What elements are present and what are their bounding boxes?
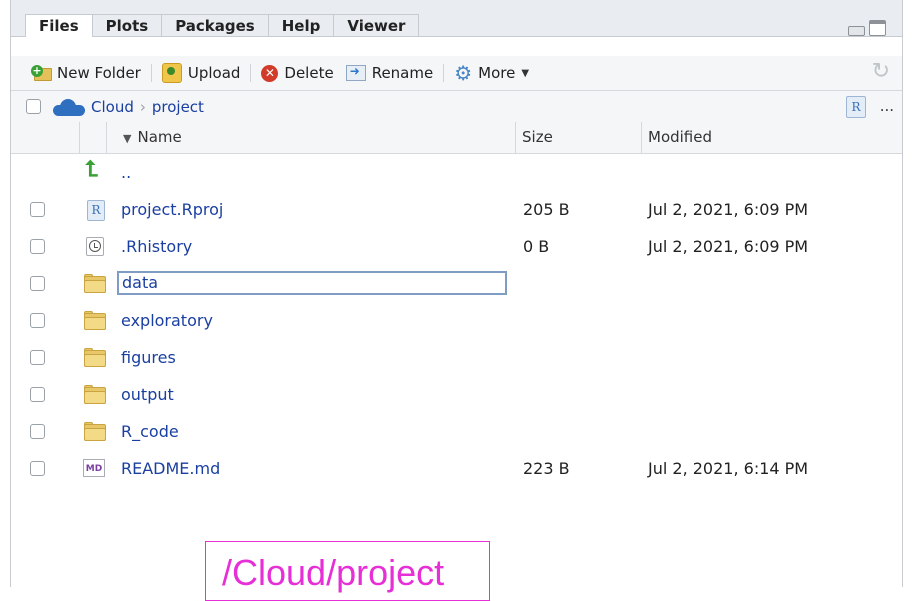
file-size: 205 B [523,200,570,219]
row-checkbox[interactable] [30,350,45,365]
delete-label: Delete [284,64,334,82]
row-checkbox[interactable] [30,387,45,402]
gear-icon: ⚙ [454,61,473,85]
folder-icon [83,348,107,368]
file-name-link[interactable]: README.md [121,459,220,478]
breadcrumb-separator-icon: › [139,97,146,116]
file-list-header: ▼ Name Size Modified [11,122,902,154]
tab-help[interactable]: Help [268,14,335,36]
file-modified: Jul 2, 2021, 6:09 PM [648,200,809,219]
row-checkbox[interactable] [30,202,45,217]
new-folder-label: New Folder [57,64,141,82]
upload-label: Upload [187,64,241,82]
history-icon [86,237,104,256]
folder-icon [83,422,107,442]
tab-packages[interactable]: Packages [162,14,269,36]
file-name-link[interactable]: output [121,385,174,404]
breadcrumb: Cloud › project R ... [11,91,902,123]
path-more-button[interactable]: ... [880,97,894,115]
table-row[interactable]: exploratory [11,302,902,339]
refresh-icon[interactable]: ↻ [872,59,890,84]
file-name-link[interactable]: project.Rproj [121,200,223,219]
file-size: 223 B [523,459,570,478]
toolbar-divider [443,64,445,82]
file-list: ⮤ .. R project.Rproj 205 B Jul 2, 2021, … [11,154,902,487]
file-modified: Jul 2, 2021, 6:14 PM [648,459,809,478]
tab-files[interactable]: Files [25,14,93,37]
sort-descending-icon: ▼ [123,132,132,145]
column-header-name-label: Name [137,128,182,146]
toolbar-divider [250,64,252,82]
table-row[interactable]: R project.Rproj 205 B Jul 2, 2021, 6:09 … [11,191,902,228]
upload-icon [161,63,182,83]
rename-button[interactable]: Rename [340,60,440,86]
up-arrow-icon: ⮤ [85,157,98,182]
annotation-label: /Cloud/project [222,552,445,593]
cloud-icon [53,98,85,116]
more-menu-button[interactable]: ⚙ More ▼ [448,60,535,86]
row-checkbox[interactable] [30,424,45,439]
files-toolbar: + New Folder Upload ✕ Delete Rename ⚙ Mo… [11,56,902,91]
table-row[interactable]: output [11,376,902,413]
table-row[interactable]: .Rhistory 0 B Jul 2, 2021, 6:09 PM [11,228,902,265]
pane-tab-bar: Files Plots Packages Help Viewer [11,0,902,37]
upload-button[interactable]: Upload [156,60,247,86]
row-checkbox[interactable] [30,313,45,328]
column-header-modified[interactable]: Modified [641,122,902,153]
window-controls [848,20,886,36]
select-all-checkbox[interactable] [26,99,41,114]
chevron-down-icon: ▼ [521,67,530,79]
new-folder-icon: + [31,65,52,81]
row-checkbox[interactable] [30,276,45,291]
markdown-icon: MD [83,459,105,477]
toolbar-divider [150,64,152,82]
rproj-icon: R [87,200,105,221]
header-icon-column [79,122,106,153]
column-header-name[interactable]: ▼ Name [106,122,511,153]
file-name-link[interactable]: data [117,271,507,295]
minimize-pane-button[interactable] [848,26,865,36]
column-header-size[interactable]: Size [515,122,640,153]
table-row[interactable]: R_code [11,413,902,450]
files-pane: Files Plots Packages Help Viewer + New F… [10,0,903,587]
table-row[interactable]: data [11,265,902,302]
file-name-link[interactable]: figures [121,348,176,367]
row-checkbox[interactable] [30,461,45,476]
table-row[interactable]: figures [11,339,902,376]
more-label: More [478,64,516,82]
file-modified: Jul 2, 2021, 6:09 PM [648,237,809,256]
folder-icon [83,311,107,331]
go-to-project-dir-icon[interactable]: R [846,96,866,118]
row-checkbox[interactable] [30,239,45,254]
folder-icon [83,274,107,294]
parent-dir-link[interactable]: .. [121,163,131,182]
tab-viewer[interactable]: Viewer [334,14,420,36]
table-row[interactable]: MD README.md 223 B Jul 2, 2021, 6:14 PM [11,450,902,487]
delete-icon: ✕ [261,64,279,82]
file-name-link[interactable]: R_code [121,422,179,441]
new-folder-button[interactable]: + New Folder [25,60,147,86]
file-name-link[interactable]: .Rhistory [121,237,192,256]
folder-icon [83,385,107,405]
breadcrumb-project[interactable]: project [152,98,204,116]
file-name-link[interactable]: exploratory [121,311,213,330]
rename-icon [345,64,366,81]
rename-label: Rename [371,64,434,82]
tab-list: Files Plots Packages Help Viewer [25,14,420,37]
breadcrumb-cloud[interactable]: Cloud [91,98,134,116]
delete-button[interactable]: ✕ Delete [255,60,339,86]
maximize-pane-button[interactable] [869,20,886,36]
file-size: 0 B [523,237,550,256]
parent-dir-row[interactable]: ⮤ .. [11,154,902,191]
tab-plots[interactable]: Plots [92,14,163,36]
